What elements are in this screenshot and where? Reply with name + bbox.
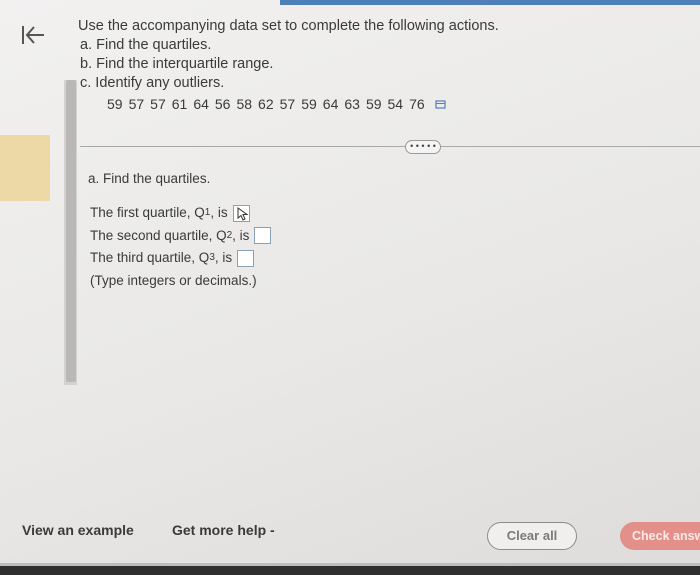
q2-answer-box[interactable] [254,227,272,245]
copy-icon[interactable] [435,99,447,109]
question-text: Use the accompanying data set to complet… [78,17,499,93]
data-value: 57 [150,96,166,112]
q3-label: The third quartile, Q [90,250,210,265]
data-value: 64 [322,96,339,112]
answer-format-note: (Type integers or decimals.) [90,272,257,288]
left-gutter-highlight [0,135,50,201]
q1-label: The first quartile, Q [90,205,205,220]
q3-line: The third quartile, Q3, is [90,247,271,270]
question-part-b: b. Find the interquartile range. [80,56,274,72]
data-value: 62 [258,96,274,112]
data-value: 59 [365,96,382,112]
data-value: 57 [279,96,296,112]
data-value: 58 [236,96,253,112]
data-value: 54 [387,96,404,112]
q1-is: , is [210,205,228,220]
data-value: 57 [128,96,145,112]
pointer-cursor-icon [237,206,249,221]
data-set: 59 57 57 61 64 56 58 62 57 59 64 63 59 54 76 [107,96,447,112]
question-part-a: a. Find the quartiles. [80,37,212,53]
q1-answer-box[interactable] [232,204,250,222]
data-value: 63 [344,96,360,112]
q3-answer-box[interactable] [237,249,255,267]
question-part-c: c. Identify any outliers. [80,75,225,91]
q2-line: The second quartile, Q2, is [90,225,272,248]
back-button[interactable] [18,20,48,50]
section-divider [80,146,700,147]
question-parts: a. Find the quartiles. b. Find the inter… [78,36,499,93]
top-accent-bar [280,0,700,5]
clear-all-button[interactable]: Clear all [487,522,577,550]
data-value: 76 [409,96,425,112]
scrollbar-thumb[interactable] [66,80,76,382]
get-more-help-link[interactable]: Get more help - [172,522,275,538]
expand-button[interactable]: • • • • • [405,140,441,154]
answer-section: The first quartile, Q1, is The second qu… [90,202,272,292]
screen-edge [0,566,700,575]
q3-is: , is [214,250,233,265]
back-arrow-icon [22,26,44,44]
q2-label: The second quartile, Q [90,227,227,243]
view-example-link[interactable]: View an example [22,522,134,538]
data-value: 59 [301,96,317,112]
part-a-heading: a. Find the quartiles. [88,171,211,186]
data-value: 56 [214,96,231,112]
check-answer-button[interactable]: Check answer [620,522,700,550]
question-intro: Use the accompanying data set to complet… [78,18,499,34]
data-value: 61 [171,96,188,112]
data-value: 64 [193,96,209,112]
q2-is: , is [232,227,250,243]
data-value: 59 [107,96,123,112]
data-values: 59 57 57 61 64 56 58 62 57 59 64 63 59 54 76 [107,96,425,112]
q1-line: The first quartile, Q1, is [90,202,271,225]
